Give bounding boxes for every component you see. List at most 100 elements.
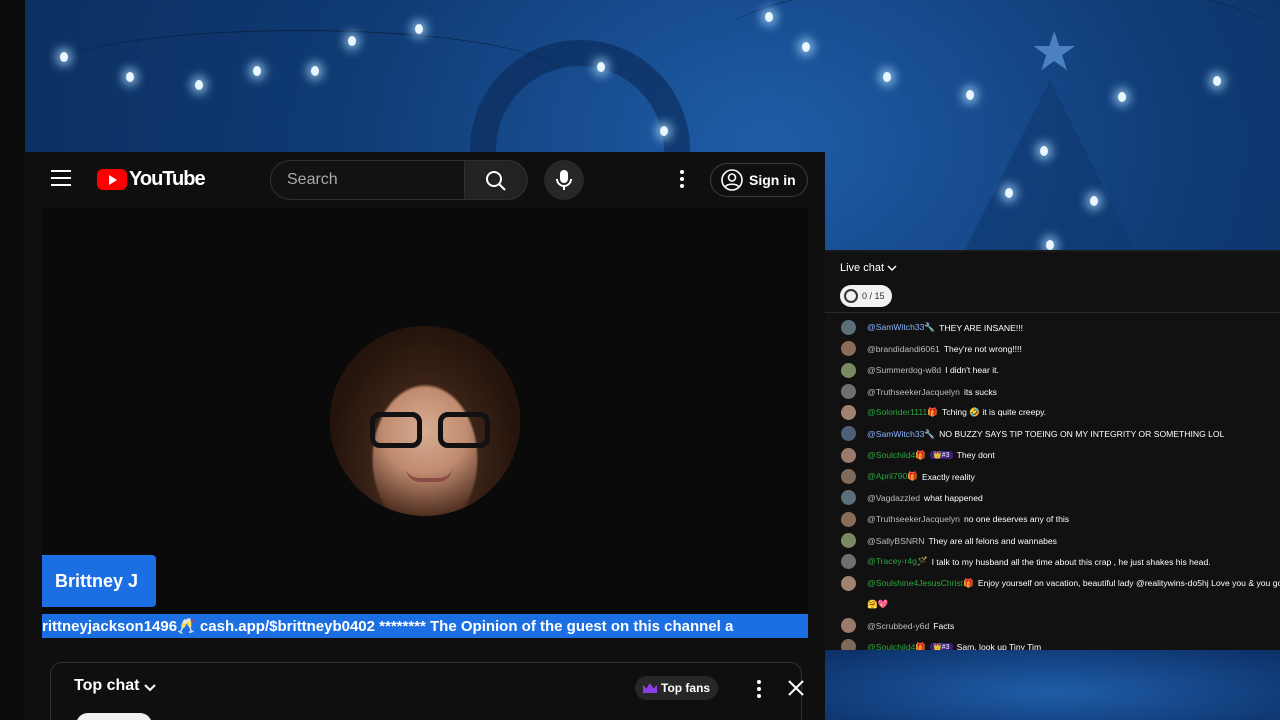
light-bulb (348, 36, 356, 46)
chat-message: @SallyBSNRN They are all felons and wanna… (825, 530, 1280, 551)
chat-username[interactable]: @Summerdog-w8d (867, 365, 941, 375)
chat-username[interactable]: @TruthseekerJacquelyn (867, 387, 960, 397)
chat-message: @SamWitch33🔧 THEY ARE INSANE!!! (825, 317, 1280, 338)
chat-username[interactable]: @SamWitch33🔧 (867, 322, 935, 333)
light-bulb (883, 72, 891, 82)
chat-username[interactable]: @Solorider1111🎁 (867, 407, 938, 418)
chat-message: @Solorider1111🎁 Tching 🤣 it is quite cree… (825, 402, 1280, 423)
menu-line (51, 177, 71, 179)
light-bulb (802, 42, 810, 52)
chat-avatar[interactable] (841, 320, 856, 335)
chat-username[interactable]: @SamWitch33🔧 (867, 429, 935, 440)
left-border (0, 0, 25, 720)
more-options-button[interactable] (675, 168, 689, 192)
goal-chip[interactable]: 0 / 15 (840, 285, 892, 307)
light-bulb (311, 66, 319, 76)
chat-text: I didn't hear it. (945, 365, 999, 376)
masthead: YouTube Search Sign in (25, 152, 825, 208)
chat-text: 🤗💖 (867, 599, 889, 609)
chat-avatar[interactable] (841, 554, 856, 570)
chat-username[interactable]: @Scrubbed-y6d (867, 621, 929, 631)
voice-search-button[interactable] (544, 160, 584, 200)
chat-avatar[interactable] (841, 618, 856, 634)
top-fans-label: Top fans (661, 681, 711, 695)
chat-avatar[interactable] (841, 383, 856, 399)
background-strip (825, 650, 1280, 720)
chat-avatar[interactable] (841, 426, 856, 442)
chat-username[interactable]: @SallyBSNRN (867, 536, 924, 546)
chat-avatar[interactable] (841, 575, 856, 591)
crown-icon (643, 683, 657, 693)
chat-text: I talk to my husband all the time about … (931, 556, 1211, 567)
light-bulb (126, 72, 134, 82)
hamburger-menu-button[interactable] (51, 170, 71, 188)
light-bulb (1040, 146, 1048, 156)
light-bulb (1005, 188, 1013, 198)
chat-message: @Vagdazzled what happened (825, 487, 1280, 508)
fan-rank-badge: 👑#3 (930, 451, 953, 460)
chat-username[interactable]: @Vagdazzled (867, 493, 920, 503)
chat-avatar[interactable] (841, 469, 856, 485)
close-icon[interactable] (786, 678, 806, 698)
microphone-icon (556, 170, 572, 190)
ticker-banner: rittneyjackson1496🥂 cash.app/$brittneyb0… (42, 614, 808, 638)
live-chat-header[interactable]: Live chat (840, 262, 897, 274)
goal-text: 0 / 15 (862, 291, 885, 301)
chat-avatar[interactable] (841, 405, 856, 421)
light-bulb (597, 62, 605, 72)
chat-avatar[interactable] (841, 341, 856, 357)
divider (825, 312, 1280, 313)
filter-chip[interactable] (76, 713, 152, 720)
top-fans-button[interactable]: Top fans (635, 676, 719, 700)
chat-username[interactable]: @April790🎁 (867, 471, 918, 482)
top-chat-title[interactable]: Top chat (74, 677, 139, 695)
youtube-wordmark: YouTube (129, 168, 206, 190)
menu-line (51, 170, 71, 172)
chat-message: @April790🎁 Exactly reality (825, 466, 1280, 487)
light-bulb (1118, 92, 1126, 102)
message-list: @SamWitch33🔧 THEY ARE INSANE!!! @brandidan… (825, 317, 1280, 658)
youtube-logo[interactable]: YouTube (97, 168, 206, 191)
sign-in-button[interactable]: Sign in (710, 163, 808, 197)
account-icon (721, 169, 743, 191)
search-button[interactable] (465, 160, 528, 200)
chat-avatar[interactable] (841, 447, 856, 463)
light-bulb (765, 12, 773, 22)
chat-avatar[interactable] (841, 490, 856, 506)
video-player[interactable]: Brittney J rittneyjackson1496🥂 cash.app/… (42, 208, 808, 638)
dot (680, 184, 684, 188)
chat-username[interactable]: @Tracey-r4g🪄 (867, 556, 928, 567)
chat-username[interactable]: @Soulshine4JesusChrist🎁 (867, 578, 974, 589)
chat-text: its sucks (963, 386, 997, 397)
youtube-play-icon (97, 169, 127, 190)
chat-text: Exactly reality (921, 471, 975, 482)
chat-avatar[interactable] (841, 511, 856, 527)
chevron-down-icon[interactable] (142, 679, 158, 695)
youtube-window: YouTube Search Sign in Brittney J rittne… (25, 152, 825, 720)
chat-text: Enjoy yourself on vacation, beautiful la… (977, 578, 1280, 589)
chat-username[interactable]: @Soulchild4🎁 (867, 450, 926, 461)
avatar-smile (406, 468, 452, 482)
chat-message: @SamWitch33🔧 NO BUZZY SAYS TIP TOEING ON … (825, 423, 1280, 444)
menu-line (51, 184, 71, 186)
chat-text: no one deserves any of this (963, 514, 1070, 525)
chat-avatar[interactable] (841, 532, 856, 548)
chat-more-button[interactable] (755, 679, 763, 699)
guest-name-tag: Brittney J (42, 555, 156, 607)
light-bulb (966, 90, 974, 100)
chat-text: They dont (956, 450, 995, 461)
chat-message: @Soulshine4JesusChrist🎁 Enjoy yourself on… (825, 573, 1280, 594)
chat-message: @Summerdog-w8d I didn't hear it. (825, 360, 1280, 381)
chat-avatar[interactable] (841, 362, 856, 378)
chat-message: @TruthseekerJacquelyn its sucks (825, 381, 1280, 402)
chat-message: @Scrubbed-y6d Facts (825, 615, 1280, 636)
light-bulb (660, 126, 668, 136)
chat-text: They're not wrong!!!! (943, 343, 1022, 354)
dot (680, 170, 684, 174)
search-input[interactable]: Search (270, 160, 465, 200)
chat-text: They are all felons and wannabes (928, 535, 1057, 546)
chat-username[interactable]: @brandidandi6061 (867, 344, 940, 354)
chat-username[interactable]: @TruthseekerJacquelyn (867, 514, 960, 524)
chat-text: what happened (924, 493, 983, 504)
light-bulb (253, 66, 261, 76)
